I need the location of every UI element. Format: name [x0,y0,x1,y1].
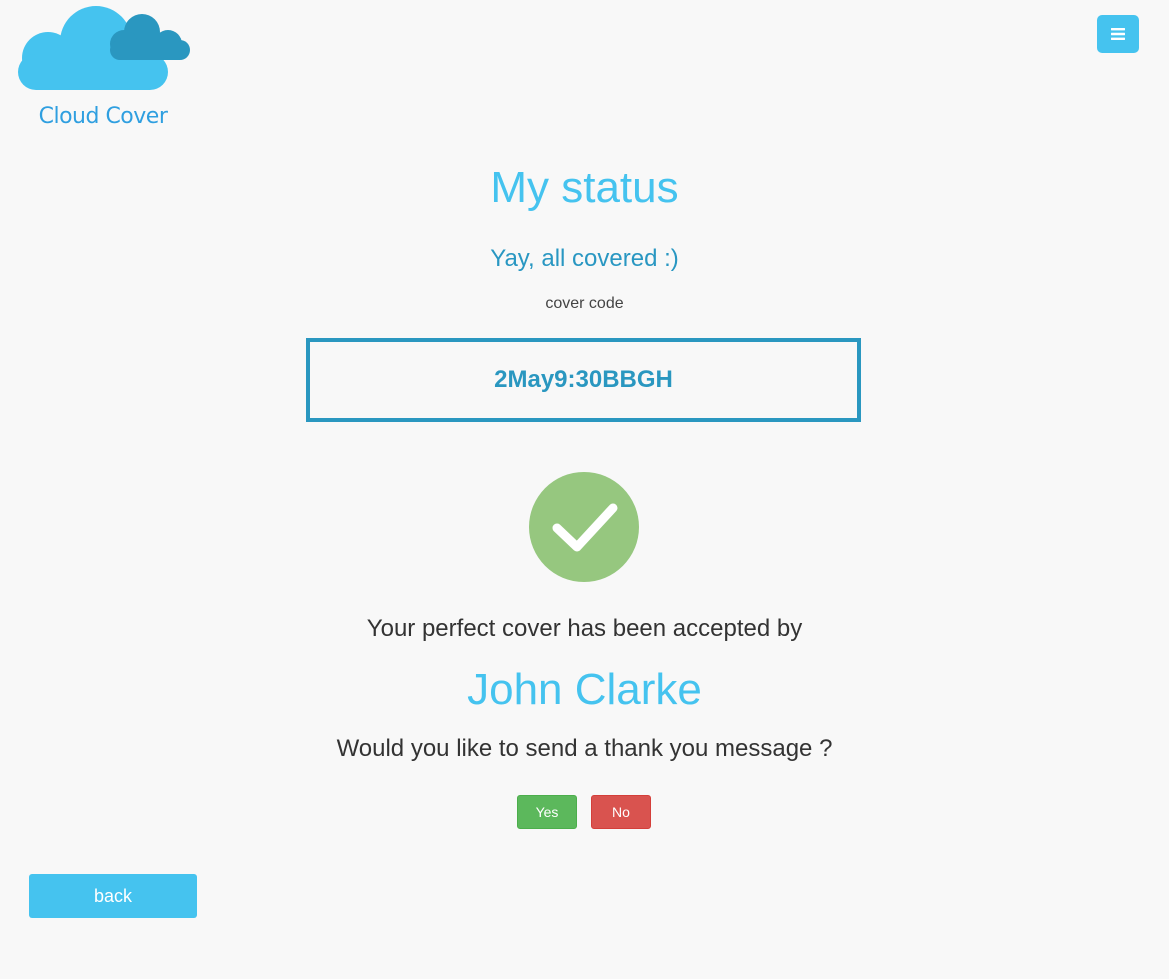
cloud-icon [18,6,190,90]
cover-code-box: 2May9:30BBGH [306,338,861,422]
thank-you-question: Would you like to send a thank you messa… [336,735,833,762]
accepted-by-name: John Clarke [467,665,702,714]
logo-text: Cloud Cover [38,104,168,129]
cover-code-value: 2May9:30BBGH [494,366,673,393]
status-subtitle: Yay, all covered :) [490,245,679,272]
no-button[interactable]: No [591,795,651,829]
checkmark-circle-icon [529,472,639,582]
page-title: My status [490,163,679,212]
cover-code-label: cover code [545,295,624,312]
back-button[interactable]: back [29,874,197,918]
hamburger-menu-icon [1111,28,1125,40]
logo[interactable]: Cloud Cover [14,2,194,132]
accepted-text: Your perfect cover has been accepted by [366,615,803,642]
menu-button[interactable] [1097,15,1139,53]
yes-button[interactable]: Yes [517,795,577,829]
